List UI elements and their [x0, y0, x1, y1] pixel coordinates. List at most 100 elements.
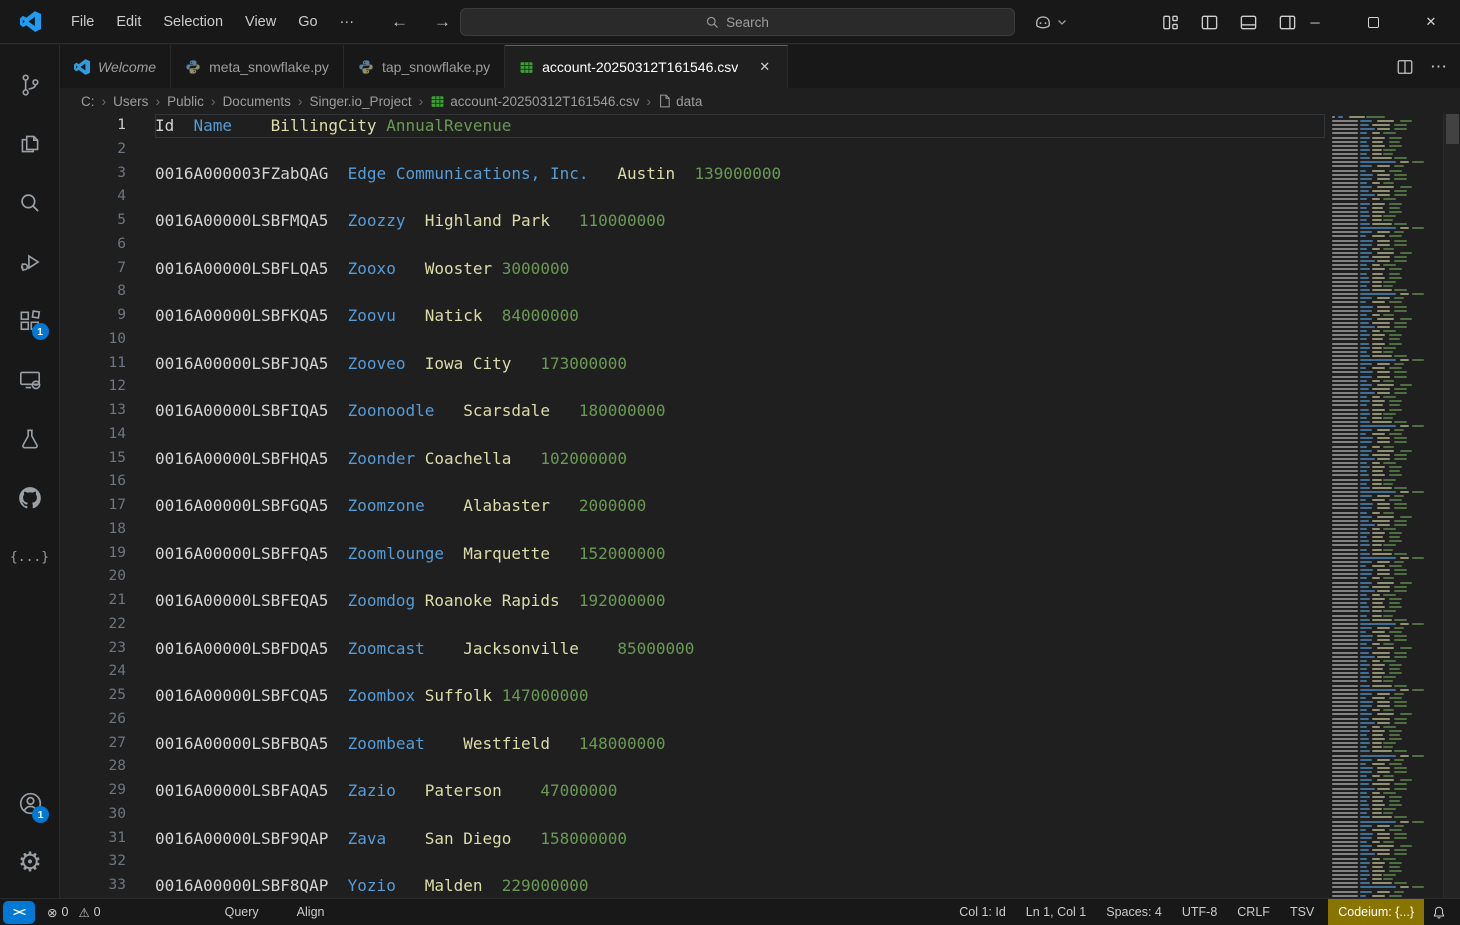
line-number[interactable]: 19 [60, 542, 126, 566]
code-line[interactable] [155, 280, 1325, 304]
breadcrumb-item-public[interactable]: Public [164, 93, 207, 110]
line-number[interactable]: 14 [60, 423, 126, 447]
code-line[interactable] [155, 518, 1325, 542]
line-number[interactable]: 24 [60, 660, 126, 684]
line-number[interactable]: 1 [60, 114, 126, 138]
minimap[interactable] [1325, 114, 1443, 898]
close-button[interactable]: ✕ [1402, 0, 1460, 44]
breadcrumb-item-documents[interactable]: Documents [220, 93, 294, 110]
breadcrumb-item-account-20250312t161546-csv[interactable]: account-20250312T161546.csv [427, 93, 642, 110]
explorer-button[interactable] [6, 114, 54, 173]
search-input[interactable]: Search [460, 8, 1015, 36]
more-actions-button[interactable]: ⋯ [1430, 57, 1448, 77]
status-crlf[interactable]: CRLF [1229, 905, 1278, 919]
code-line[interactable] [155, 660, 1325, 684]
line-number[interactable]: 5 [60, 209, 126, 233]
status-query[interactable]: Query [217, 905, 267, 919]
line-number[interactable]: 21 [60, 589, 126, 613]
search-button[interactable] [6, 173, 54, 232]
code-line[interactable]: 0016A00000LSBFBQA5 Zoombeat Westfield 14… [155, 732, 1325, 756]
toggle-primary-sidebar-button[interactable] [1197, 10, 1222, 35]
status-ln-1-col-1[interactable]: Ln 1, Col 1 [1018, 905, 1094, 919]
code-line[interactable]: 0016A00000LSBFCQA5 Zoombox Suffolk 14700… [155, 684, 1325, 708]
notifications-bell[interactable] [1424, 899, 1454, 925]
line-number[interactable]: 30 [60, 803, 126, 827]
code-line[interactable]: 0016A00000LSBFEQA5 Zoomdog Roanoke Rapid… [155, 589, 1325, 613]
problems-status[interactable]: ⊗ 0 ⚠ 0 [41, 905, 107, 920]
remote-explorer-button[interactable] [6, 350, 54, 409]
github-button[interactable] [6, 468, 54, 527]
status-align[interactable]: Align [289, 905, 333, 919]
breadcrumb-item-singer-io-project[interactable]: Singer.io_Project [307, 93, 415, 110]
testing-button[interactable] [6, 409, 54, 468]
line-number[interactable]: 18 [60, 518, 126, 542]
breadcrumb-item-users[interactable]: Users [110, 93, 151, 110]
minimize-button[interactable]: ─ [1286, 0, 1344, 44]
tab-account-20250312T161546.csv[interactable]: account-20250312T161546.csv✕ [505, 45, 788, 88]
line-number[interactable]: 32 [60, 850, 126, 874]
vertical-scrollbar[interactable] [1443, 114, 1460, 898]
line-number[interactable]: 8 [60, 280, 126, 304]
code-line[interactable]: 0016A00000LSBFIQA5 Zoonoodle Scarsdale 1… [155, 399, 1325, 423]
customize-layout-button[interactable] [1158, 10, 1183, 35]
tab-Welcome[interactable]: Welcome [60, 45, 171, 88]
line-number[interactable]: 11 [60, 352, 126, 376]
code-line[interactable]: 0016A00000LSBFFQA5 Zoomlounge Marquette … [155, 542, 1325, 566]
line-number[interactable]: 2 [60, 138, 126, 162]
line-number[interactable]: 4 [60, 185, 126, 209]
status-col-1-id[interactable]: Col 1: Id [951, 905, 1014, 919]
code-line[interactable] [155, 613, 1325, 637]
line-number[interactable]: 33 [60, 874, 126, 898]
code-line[interactable]: 0016A00000LSBF8QAP Yozio Malden 22900000… [155, 874, 1325, 898]
settings-button[interactable]: ⚙ [6, 833, 54, 892]
line-number[interactable]: 13 [60, 399, 126, 423]
line-number[interactable]: 7 [60, 257, 126, 281]
breadcrumb-item-c-[interactable]: C: [78, 93, 98, 110]
line-number[interactable]: 27 [60, 732, 126, 756]
code-line[interactable] [155, 423, 1325, 447]
menu-selection[interactable]: Selection [152, 9, 234, 35]
code-line[interactable]: 0016A00000LSBFMQA5 Zoozzy Highland Park … [155, 209, 1325, 233]
line-number[interactable]: 22 [60, 613, 126, 637]
forward-button[interactable]: → [428, 10, 457, 34]
code-line[interactable]: 0016A00000LSBFKQA5 Zoovu Natick 84000000 [155, 304, 1325, 328]
code-line[interactable] [155, 755, 1325, 779]
status-spaces-4[interactable]: Spaces: 4 [1098, 905, 1170, 919]
line-number[interactable]: 16 [60, 470, 126, 494]
line-number[interactable]: 6 [60, 233, 126, 257]
line-number[interactable]: 17 [60, 494, 126, 518]
line-number[interactable]: 26 [60, 708, 126, 732]
remote-indicator[interactable]: >< [3, 901, 35, 924]
status-utf-8[interactable]: UTF-8 [1174, 905, 1225, 919]
line-number[interactable]: 15 [60, 447, 126, 471]
menu-file[interactable]: File [60, 9, 105, 35]
code-line[interactable] [155, 328, 1325, 352]
line-number[interactable]: 3 [60, 162, 126, 186]
code-line[interactable]: Id Name BillingCity AnnualRevenue [155, 114, 1325, 138]
menu-go[interactable]: Go [287, 9, 328, 35]
back-button[interactable]: ← [385, 10, 414, 34]
line-number[interactable]: 25 [60, 684, 126, 708]
breadcrumb-item-data[interactable]: data [655, 93, 705, 110]
code-line[interactable] [155, 138, 1325, 162]
status-tsv[interactable]: TSV [1282, 905, 1322, 919]
line-number[interactable]: 20 [60, 565, 126, 589]
codeium-status[interactable]: Codeium: {...} [1328, 899, 1424, 925]
tab-tap_snowflake.py[interactable]: tap_snowflake.py [344, 45, 505, 88]
code-line[interactable]: 0016A00000LSBFDQA5 Zoomcast Jacksonville… [155, 637, 1325, 661]
code-line[interactable] [155, 233, 1325, 257]
line-number[interactable]: 28 [60, 755, 126, 779]
code-line[interactable] [155, 470, 1325, 494]
code-line[interactable]: 0016A00000LSBFHQA5 Zoonder Coachella 102… [155, 447, 1325, 471]
code-line[interactable]: 0016A00000LSBF9QAP Zava San Diego 158000… [155, 827, 1325, 851]
line-number[interactable]: 9 [60, 304, 126, 328]
code-line[interactable] [155, 565, 1325, 589]
line-number-gutter[interactable]: 1234567891011121314151617181920212223242… [60, 114, 126, 898]
code-line[interactable]: 0016A00000LSBFGQA5 Zoomzone Alabaster 20… [155, 494, 1325, 518]
source-control-button[interactable] [6, 55, 54, 114]
code-area[interactable]: Id Name BillingCity AnnualRevenue 0016A0… [155, 114, 1325, 898]
menu-view[interactable]: View [234, 9, 287, 35]
code-line[interactable]: 0016A00000LSBFJQA5 Zooveo Iowa City 1730… [155, 352, 1325, 376]
line-number[interactable]: 29 [60, 779, 126, 803]
code-line[interactable] [155, 708, 1325, 732]
